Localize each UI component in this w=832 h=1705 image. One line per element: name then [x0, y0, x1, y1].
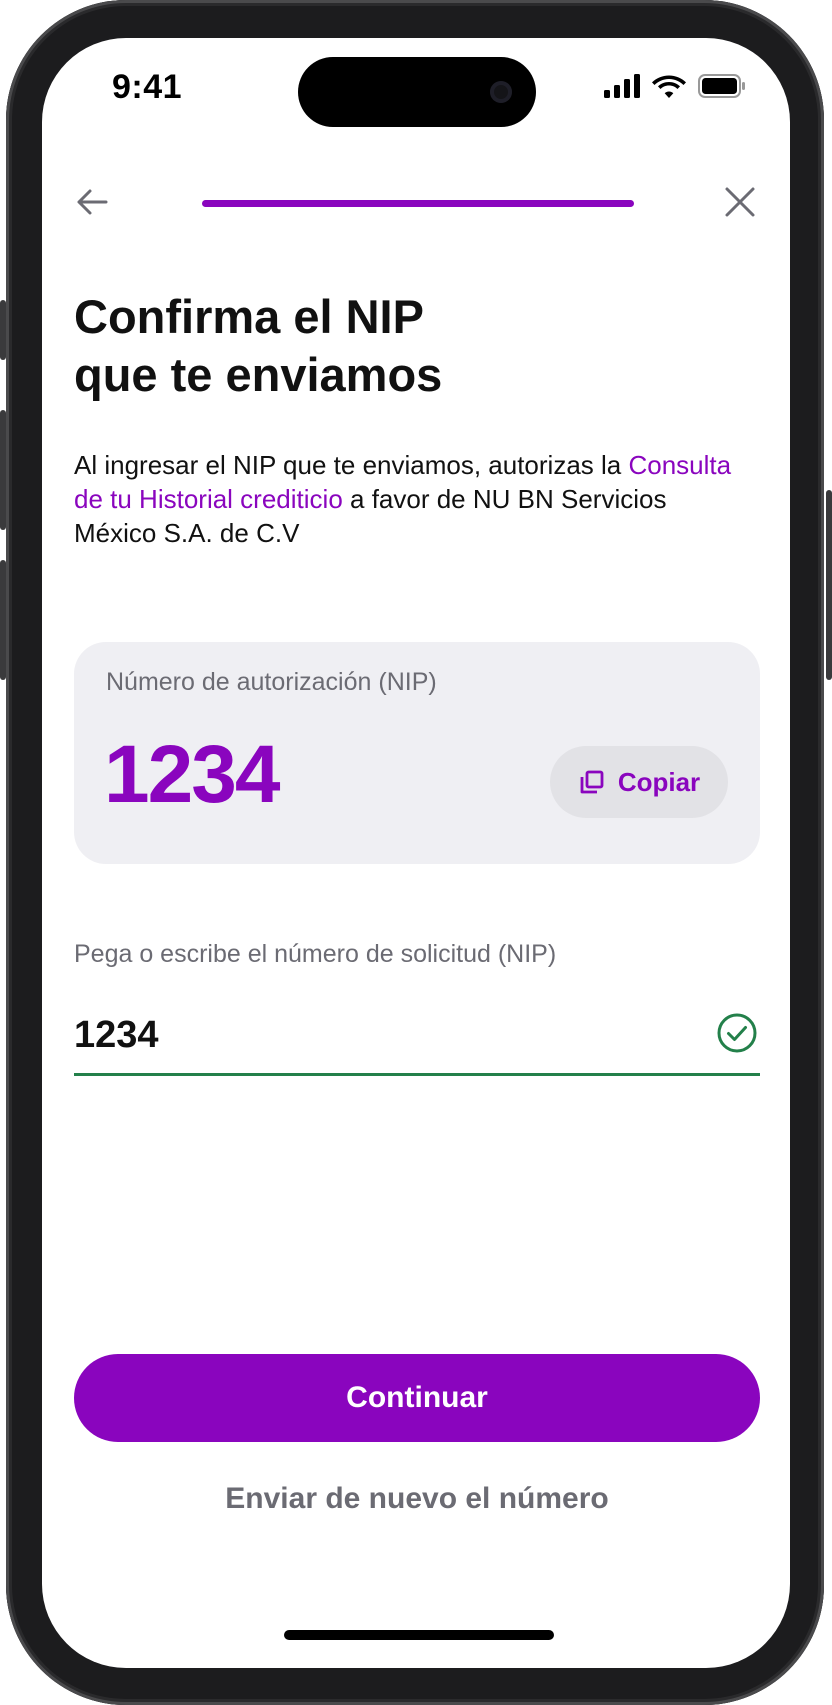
nip-code: 1234	[104, 729, 280, 820]
nip-input[interactable]	[74, 998, 760, 1076]
status-time: 9:41	[112, 68, 183, 106]
camera-icon	[490, 81, 512, 103]
resend-number-link[interactable]: Enviar de nuevo el número	[74, 1482, 760, 1516]
progress-bar	[202, 200, 634, 207]
arrow-left-icon	[77, 189, 108, 215]
close-button[interactable]	[718, 180, 762, 224]
top-nav	[42, 168, 790, 238]
nip-card: Número de autorización (NIP) 1234 Copiar	[74, 642, 760, 864]
copy-icon	[580, 770, 604, 794]
progress-bar-fill	[202, 200, 634, 207]
battery-icon	[698, 74, 745, 98]
volume-up-button	[0, 410, 6, 530]
wifi-icon	[652, 75, 686, 98]
continue-button[interactable]: Continuar	[74, 1354, 760, 1442]
copy-button[interactable]: Copiar	[550, 746, 728, 818]
nip-card-label: Número de autorización (NIP)	[106, 668, 437, 696]
description-text-1: Al ingresar el NIP que te enviamos, auto…	[74, 450, 622, 480]
status-bar: 9:41	[42, 38, 790, 138]
nip-field-label: Pega o escribe el número de solicitud (N…	[74, 940, 557, 968]
page-title-line1: Confirma el NIP	[74, 290, 424, 343]
action-button	[0, 300, 6, 360]
screen: 9:41 Confirma el NIP que te enviamos Al …	[42, 38, 790, 1668]
home-indicator	[284, 1630, 554, 1640]
volume-down-button	[0, 560, 6, 680]
power-button	[826, 490, 832, 680]
authorization-description: Al ingresar el NIP que te enviamos, auto…	[74, 448, 754, 550]
back-button[interactable]	[70, 180, 114, 224]
copy-button-label: Copiar	[617, 766, 701, 797]
dynamic-island	[298, 57, 536, 127]
page-title: Confirma el NIP que te enviamos	[74, 288, 734, 404]
check-circle-icon	[717, 1013, 757, 1053]
page-title-line2: que te enviamos	[74, 348, 443, 401]
status-icons	[604, 74, 746, 98]
close-icon	[725, 187, 755, 217]
cellular-signal-icon	[604, 74, 640, 98]
